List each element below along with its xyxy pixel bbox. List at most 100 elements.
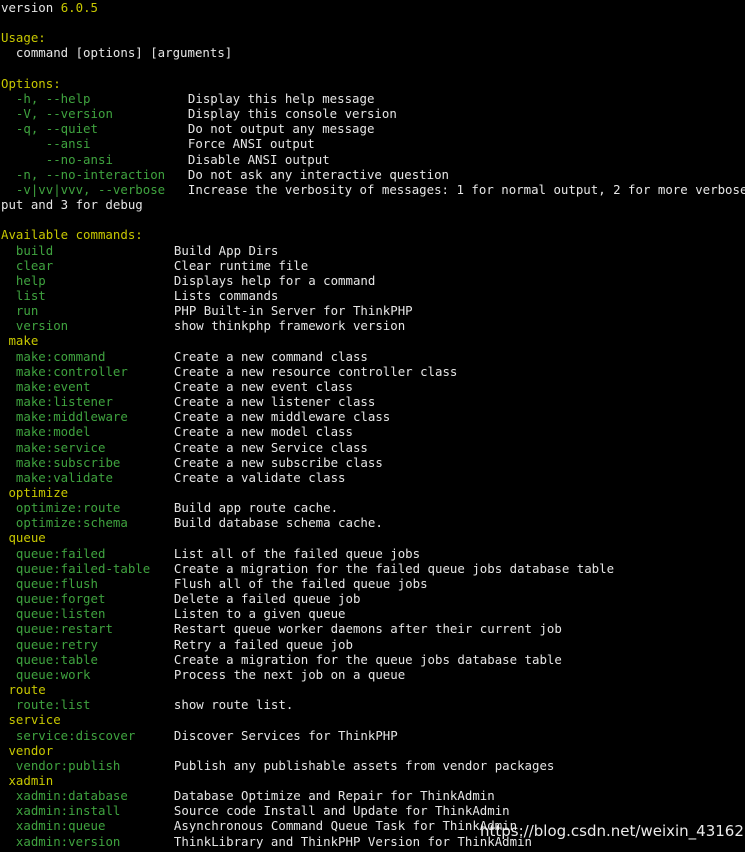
command-name: make:validate bbox=[15, 469, 113, 485]
command-description: Create a migration for the queue jobs da… bbox=[173, 651, 562, 667]
command-row: queue:forget Delete a failed queue job bbox=[1, 591, 745, 606]
command-name: build bbox=[15, 242, 54, 258]
command-group-name: route bbox=[8, 682, 46, 698]
command-group-name: make bbox=[8, 333, 39, 349]
command-group-heading-line: service bbox=[1, 712, 745, 727]
command-name: queue:listen bbox=[15, 606, 106, 622]
command-description: Clear runtime file bbox=[173, 257, 309, 273]
option-row: -v|vv|vvv, --verbose Increase the verbosi… bbox=[1, 182, 745, 197]
command-row: optimize:schema Build database schema cac… bbox=[1, 515, 745, 530]
usage-syntax: command [options] [arguments] bbox=[15, 45, 233, 61]
command-description: Create a migration for the failed queue … bbox=[173, 560, 615, 576]
command-row: queue:flush Flush all of the failed queue… bbox=[1, 576, 745, 591]
command-row: version show thinkphp framework version bbox=[1, 318, 745, 333]
option-row: -h, --help Display this help message bbox=[1, 91, 745, 106]
command-row: make:validate Create a validate class bbox=[1, 470, 745, 485]
command-name: version bbox=[15, 318, 69, 334]
option-flag: -V, --version bbox=[15, 106, 113, 122]
command-description: Build App Dirs bbox=[173, 242, 279, 258]
command-name: queue:restart bbox=[15, 621, 113, 637]
command-description: Create a new event class bbox=[173, 378, 353, 394]
command-row: build Build App Dirs bbox=[1, 243, 745, 258]
command-description: Publish any publishable assets from vend… bbox=[173, 757, 555, 773]
command-row: make:event Create a new event class bbox=[1, 379, 745, 394]
command-description: Source code Install and Update for Think… bbox=[173, 803, 510, 819]
command-description: Listen to a given queue bbox=[173, 606, 346, 622]
option-row: --ansi Force ANSI output bbox=[1, 136, 745, 151]
command-name: make:controller bbox=[15, 363, 128, 379]
terminal-output[interactable]: version 6.0.5 Usage: command [options] [a… bbox=[0, 0, 745, 852]
command-name: optimize:schema bbox=[15, 515, 128, 531]
command-description: ThinkLibrary and ThinkPHP Version for Th… bbox=[173, 833, 532, 849]
command-row: list Lists commands bbox=[1, 288, 745, 303]
command-name: queue:retry bbox=[15, 636, 98, 652]
command-row: xadmin:install Source code Install and Up… bbox=[1, 803, 745, 818]
command-description: Restart queue worker daemons after their… bbox=[173, 621, 562, 637]
command-description: Build database schema cache. bbox=[173, 515, 383, 531]
command-row: make:subscribe Create a new subscribe cla… bbox=[1, 455, 745, 470]
command-name: make:service bbox=[15, 439, 106, 455]
command-row: make:service Create a new Service class bbox=[1, 440, 745, 455]
command-description: Create a new Service class bbox=[173, 439, 368, 455]
command-name: xadmin:database bbox=[15, 788, 128, 804]
options-heading-line: Options: bbox=[1, 76, 745, 91]
usage-heading-line: Usage: bbox=[1, 30, 745, 45]
command-name: list bbox=[15, 287, 46, 303]
command-description: Flush all of the failed queue jobs bbox=[173, 575, 428, 591]
command-description: Create a validate class bbox=[173, 469, 346, 485]
command-row: make:listener Create a new listener class bbox=[1, 394, 745, 409]
command-row: run PHP Built-in Server for ThinkPHP bbox=[1, 303, 745, 318]
command-row: xadmin:database Database Optimize and Rep… bbox=[1, 788, 745, 803]
command-description: List all of the failed queue jobs bbox=[173, 545, 421, 561]
command-description: Database Optimize and Repair for ThinkAd… bbox=[173, 788, 495, 804]
command-name: make:event bbox=[15, 378, 91, 394]
command-description: Lists commands bbox=[173, 287, 279, 303]
option-description-wrap: put and 3 for debug bbox=[1, 197, 143, 213]
command-row: queue:listen Listen to a given queue bbox=[1, 606, 745, 621]
command-name: optimize:route bbox=[15, 500, 121, 516]
command-name: queue:failed-table bbox=[15, 560, 151, 576]
command-group-heading-line: xadmin bbox=[1, 773, 745, 788]
command-row: make:command Create a new command class bbox=[1, 349, 745, 364]
option-flag: -v|vv|vvv, --verbose bbox=[15, 181, 166, 197]
command-description: show route list. bbox=[173, 697, 294, 713]
command-row: make:controller Create a new resource con… bbox=[1, 364, 745, 379]
command-row: vendor:publish Publish any publishable as… bbox=[1, 758, 745, 773]
command-row: clear Clear runtime file bbox=[1, 258, 745, 273]
command-name: xadmin:install bbox=[15, 803, 121, 819]
command-description: Process the next job on a queue bbox=[173, 666, 406, 682]
option-flag: --no-ansi bbox=[15, 151, 113, 167]
version-number: 6.0.5 bbox=[60, 0, 98, 15]
command-group-heading-line: route bbox=[1, 682, 745, 697]
option-description: Increase the verbosity of messages: 1 fo… bbox=[187, 181, 745, 197]
command-name: help bbox=[15, 272, 46, 288]
command-description: Create a new command class bbox=[173, 348, 368, 364]
option-row: --no-ansi Disable ANSI output bbox=[1, 152, 745, 167]
option-row: -n, --no-interaction Do not ask any inter… bbox=[1, 167, 745, 182]
command-name: run bbox=[15, 303, 39, 319]
command-row: route:list show route list. bbox=[1, 697, 745, 712]
option-row: -q, --quiet Do not output any message bbox=[1, 121, 745, 136]
command-name: service:discover bbox=[15, 727, 136, 743]
command-row: queue:table Create a migration for the qu… bbox=[1, 652, 745, 667]
command-name: route:list bbox=[15, 697, 91, 713]
command-group-heading-line: make bbox=[1, 333, 745, 348]
option-description: Disable ANSI output bbox=[187, 151, 330, 167]
option-wrap-line: put and 3 for debug bbox=[1, 197, 745, 212]
command-row: optimize:route Build app route cache. bbox=[1, 500, 745, 515]
command-description: Discover Services for ThinkPHP bbox=[173, 727, 398, 743]
version-line: version 6.0.5 bbox=[1, 0, 745, 15]
option-description: Do not output any message bbox=[187, 121, 375, 137]
command-name: make:model bbox=[15, 424, 91, 440]
command-row: help Displays help for a command bbox=[1, 273, 745, 288]
option-flag: -n, --no-interaction bbox=[15, 166, 166, 182]
version-label: version bbox=[1, 0, 54, 15]
command-name: make:listener bbox=[15, 394, 113, 410]
commands-heading-line: Available commands: bbox=[1, 227, 745, 242]
usage-heading: Usage: bbox=[1, 30, 46, 46]
command-group-name: service bbox=[8, 712, 61, 728]
command-name: vendor:publish bbox=[15, 757, 121, 773]
options-heading: Options: bbox=[1, 75, 61, 91]
